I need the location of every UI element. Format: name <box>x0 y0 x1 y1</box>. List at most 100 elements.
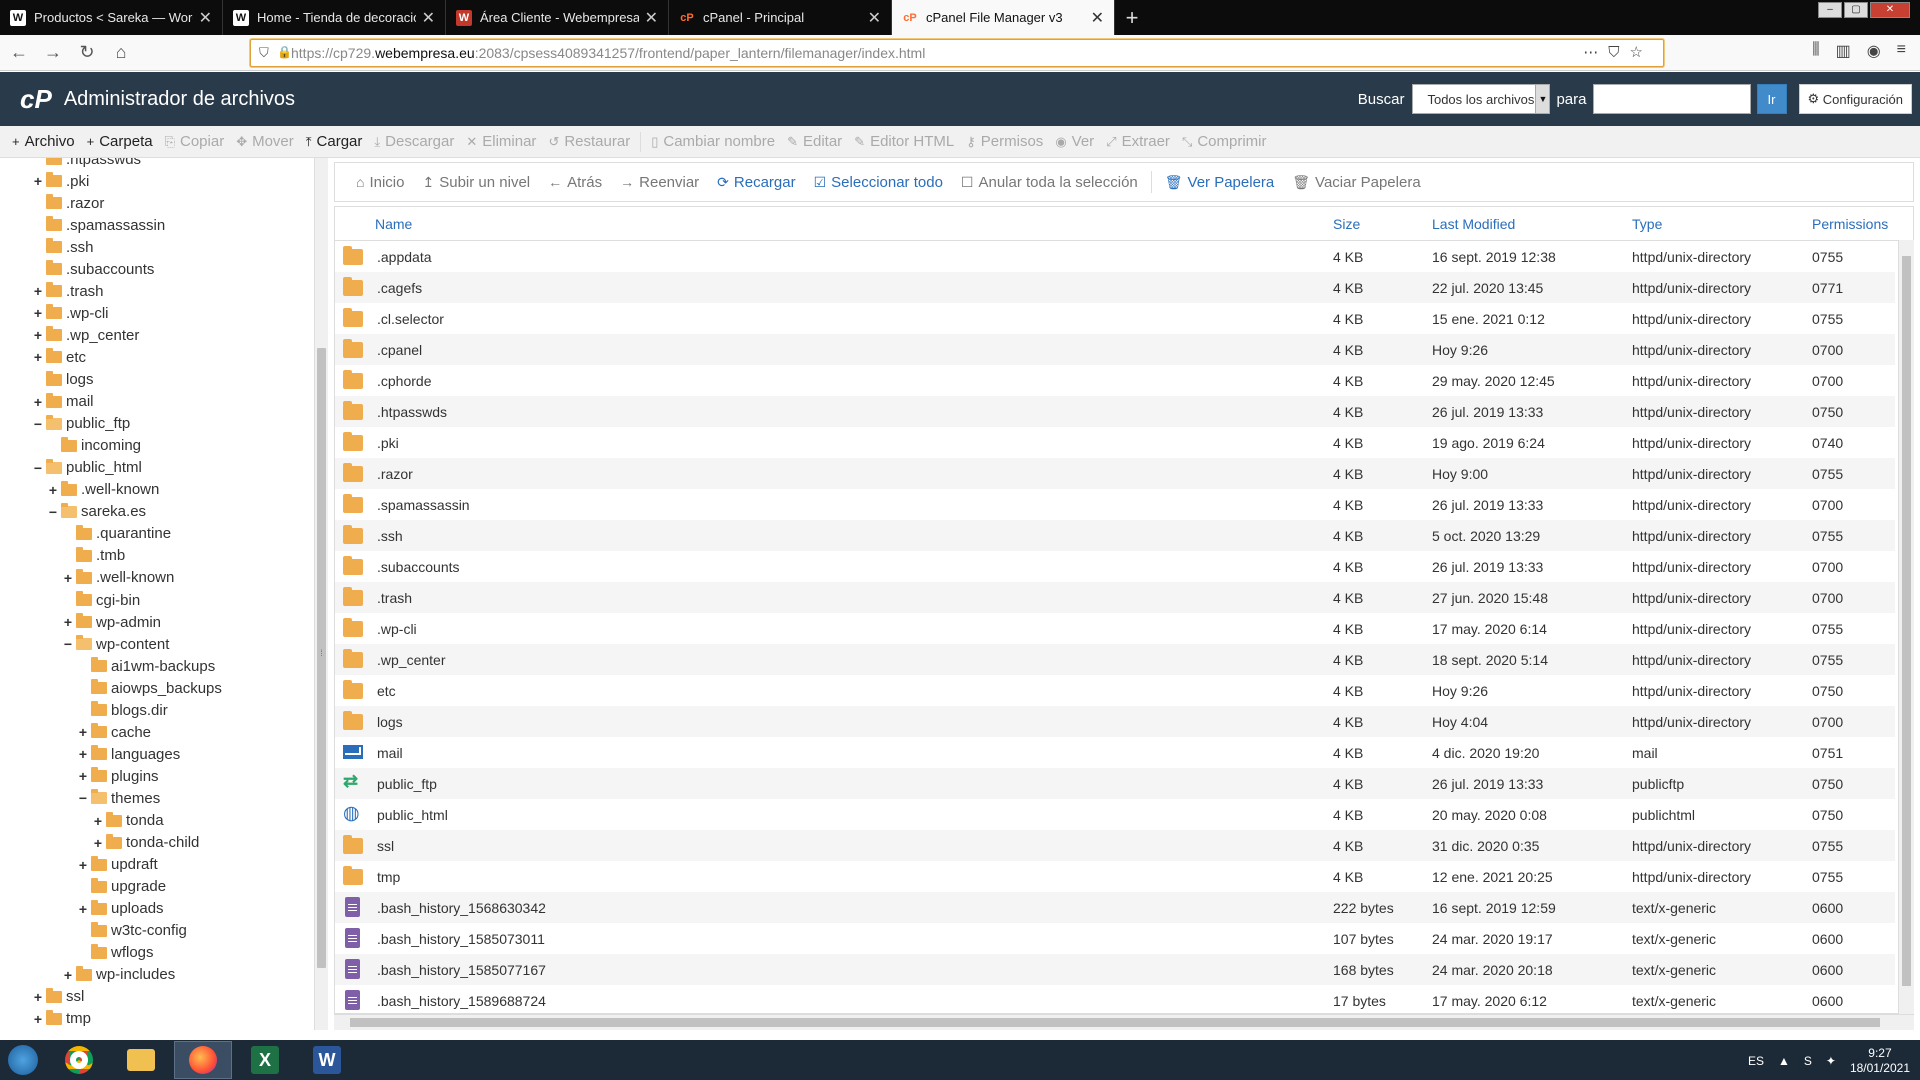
tree-item[interactable]: .ssh <box>32 236 94 258</box>
tree-toggle-icon[interactable]: + <box>47 482 59 498</box>
tree-toggle-icon[interactable]: − <box>62 636 74 652</box>
tree-item[interactable]: + wp-admin <box>62 611 161 633</box>
close-window-button[interactable]: ✕ <box>1870 2 1910 18</box>
table-row[interactable]: .cl.selector 4 KB 15 ene. 2021 0:12 httpd/u… <box>335 303 1895 334</box>
tree-item[interactable]: + tonda <box>92 810 164 832</box>
tree-item[interactable]: .spamassassin <box>32 214 165 236</box>
toolbar-button-carpeta[interactable]: + Carpeta <box>81 126 159 158</box>
toolbar-button-editar[interactable]: ✎ Editar <box>781 126 848 158</box>
action-atrás[interactable]: ← Atrás <box>539 163 611 201</box>
tree-item[interactable]: aiowps_backups <box>77 677 222 699</box>
column-name[interactable]: Name <box>375 216 412 232</box>
address-bar[interactable]: ⛉ 🔒 https://cp729. webempresa.eu:2083/cps… <box>250 39 1664 67</box>
table-row[interactable]: ◍ public_html 4 KB 20 may. 2020 0:08 publich… <box>335 799 1895 830</box>
toolbar-button-restaurar[interactable]: ↺ Restaurar <box>542 126 636 158</box>
tree-item[interactable]: + mail <box>32 391 94 413</box>
tree-item[interactable]: logs <box>32 369 94 391</box>
dropbox-icon[interactable]: ✦ <box>1826 1054 1836 1068</box>
file-name[interactable]: .razor <box>377 466 413 482</box>
minimize-button[interactable]: – <box>1818 2 1842 18</box>
table-row[interactable]: .cagefs 4 KB 22 jul. 2020 13:45 httpd/unix-… <box>335 272 1895 303</box>
search-scope-select[interactable]: Todos los archivos ▼ <box>1412 84 1551 114</box>
file-name[interactable]: .cphorde <box>377 373 431 389</box>
tree-toggle-icon[interactable]: − <box>47 504 59 520</box>
tab-close-icon[interactable]: ✕ <box>645 8 658 28</box>
file-name[interactable]: .wp_center <box>377 652 445 668</box>
tree-item[interactable]: wflogs <box>77 942 154 964</box>
toolbar-button-descargar[interactable]: ⤓ Descargar <box>368 126 460 158</box>
action-anular-toda-la-selección[interactable]: ☐ Anular toda la selección <box>952 163 1147 201</box>
tree-toggle-icon[interactable]: − <box>32 416 44 432</box>
home-icon[interactable]: ⌂ <box>106 38 136 68</box>
tree-toggle-icon[interactable]: + <box>77 857 89 873</box>
tree-toggle-icon[interactable]: + <box>92 835 104 851</box>
table-row[interactable]: .wp-cli 4 KB 17 may. 2020 6:14 httpd/unix-d… <box>335 613 1895 644</box>
tree-item[interactable]: − sareka.es <box>47 501 146 523</box>
start-button[interactable] <box>0 1040 46 1080</box>
tree-item[interactable]: blogs.dir <box>77 699 168 721</box>
tree-toggle-icon[interactable]: − <box>32 460 44 476</box>
column-last-modified[interactable]: Last Modified <box>1432 216 1515 232</box>
table-row[interactable]: .pki 4 KB 19 ago. 2019 6:24 httpd/unix-dire… <box>335 427 1895 458</box>
tree-item[interactable]: + .wp_center <box>32 324 139 346</box>
file-list-scrollbar[interactable] <box>1898 240 1914 1014</box>
browser-tab[interactable]: cP cPanel File Manager v3 ✕ <box>892 0 1115 35</box>
browser-tab[interactable]: W Área Cliente - Webempresa Eur ✕ <box>446 0 669 35</box>
taskbar-explorer[interactable] <box>112 1041 170 1079</box>
tree-item[interactable]: upgrade <box>77 876 166 898</box>
tree-item[interactable]: incoming <box>47 435 141 457</box>
action-recargar[interactable]: ⟳ Recargar <box>708 163 804 201</box>
maximize-button[interactable]: ▢ <box>1844 2 1868 18</box>
tree-toggle-icon[interactable]: + <box>92 813 104 829</box>
tree-toggle-icon[interactable]: + <box>32 989 44 1005</box>
tree-resize-grip[interactable]: ⁞ <box>317 648 326 658</box>
taskbar-chrome[interactable] <box>50 1041 108 1079</box>
reload-icon[interactable]: ↻ <box>72 38 102 68</box>
toolbar-button-cambiar-nombre[interactable]: ▯ Cambiar nombre <box>645 126 781 158</box>
tree-item[interactable]: .tmb <box>62 545 125 567</box>
library-icon[interactable]: ⫼ <box>1812 41 1819 61</box>
table-row[interactable]: .htpasswds 4 KB 26 jul. 2019 13:33 httpd/un… <box>335 396 1895 427</box>
table-row[interactable]: .trash 4 KB 27 jun. 2020 15:48 httpd/unix-d… <box>335 582 1895 613</box>
table-row[interactable]: .appdata 4 KB 16 sept. 2019 12:38 httpd/uni… <box>335 241 1895 272</box>
action-subir-un-nivel[interactable]: ↥ Subir un nivel <box>414 163 540 201</box>
table-row[interactable]: .ssh 4 KB 5 oct. 2020 13:29 httpd/unix-dire… <box>335 520 1895 551</box>
new-tab-button[interactable]: + <box>1115 0 1149 35</box>
file-name[interactable]: .subaccounts <box>377 559 460 575</box>
forward-icon[interactable]: → <box>38 38 68 68</box>
file-list-horizontal-scrollbar[interactable] <box>334 1014 1914 1030</box>
table-row[interactable]: .razor 4 KB Hoy 9:00 httpd/unix-directory 07… <box>335 458 1895 489</box>
tree-toggle-icon[interactable]: + <box>32 327 44 343</box>
tree-item[interactable]: .htpasswds <box>32 158 141 170</box>
toolbar-button-editor-html[interactable]: ✎ Editor HTML <box>848 126 960 158</box>
account-icon[interactable]: ◉ <box>1867 41 1881 61</box>
taskbar-firefox[interactable] <box>174 1041 232 1079</box>
file-name[interactable]: .bash_history_1568630342 <box>377 900 546 916</box>
table-row[interactable]: .bash_history_1585073011 107 bytes 24 mar.… <box>335 923 1895 954</box>
file-name[interactable]: public_ftp <box>377 776 437 792</box>
column-size[interactable]: Size <box>1333 216 1360 232</box>
toolbar-button-extraer[interactable]: ⤢ Extraer <box>1100 126 1176 158</box>
file-list-scroll-thumb[interactable] <box>1902 256 1911 986</box>
page-actions-icon[interactable]: ⋯⛉☆ <box>1583 43 1653 61</box>
tree-item[interactable]: − themes <box>77 787 160 809</box>
lock-icon[interactable]: 🔒 <box>277 45 292 59</box>
tree-item[interactable]: ai1wm-backups <box>77 655 215 677</box>
action-seleccionar-todo[interactable]: ☑ Seleccionar todo <box>805 163 952 201</box>
toolbar-button-archivo[interactable]: + Archivo <box>6 126 81 158</box>
tab-close-icon[interactable]: ✕ <box>422 8 435 28</box>
column-permissions[interactable]: Permissions <box>1812 216 1888 232</box>
tray-expand-icon[interactable]: ▲ <box>1778 1054 1790 1068</box>
table-row[interactable]: .bash_history_1589688724 17 bytes 17 may. … <box>335 985 1895 1013</box>
file-name[interactable]: .htpasswds <box>377 404 447 420</box>
action-inicio[interactable]: ⌂ Inicio <box>347 163 414 201</box>
tree-item[interactable]: − wp-content <box>62 633 169 655</box>
taskbar-word[interactable]: W <box>298 1041 356 1079</box>
tree-toggle-icon[interactable]: + <box>62 570 74 586</box>
file-name[interactable]: .spamassassin <box>377 497 470 513</box>
tab-close-icon[interactable]: ✕ <box>199 8 212 28</box>
tree-toggle-icon[interactable]: + <box>32 1011 44 1027</box>
tree-scroll-thumb[interactable] <box>317 348 326 968</box>
tree-item[interactable]: + updraft <box>77 854 158 876</box>
table-row[interactable]: ⇄ public_ftp 4 KB 26 jul. 2019 13:33 publicf… <box>335 768 1895 799</box>
